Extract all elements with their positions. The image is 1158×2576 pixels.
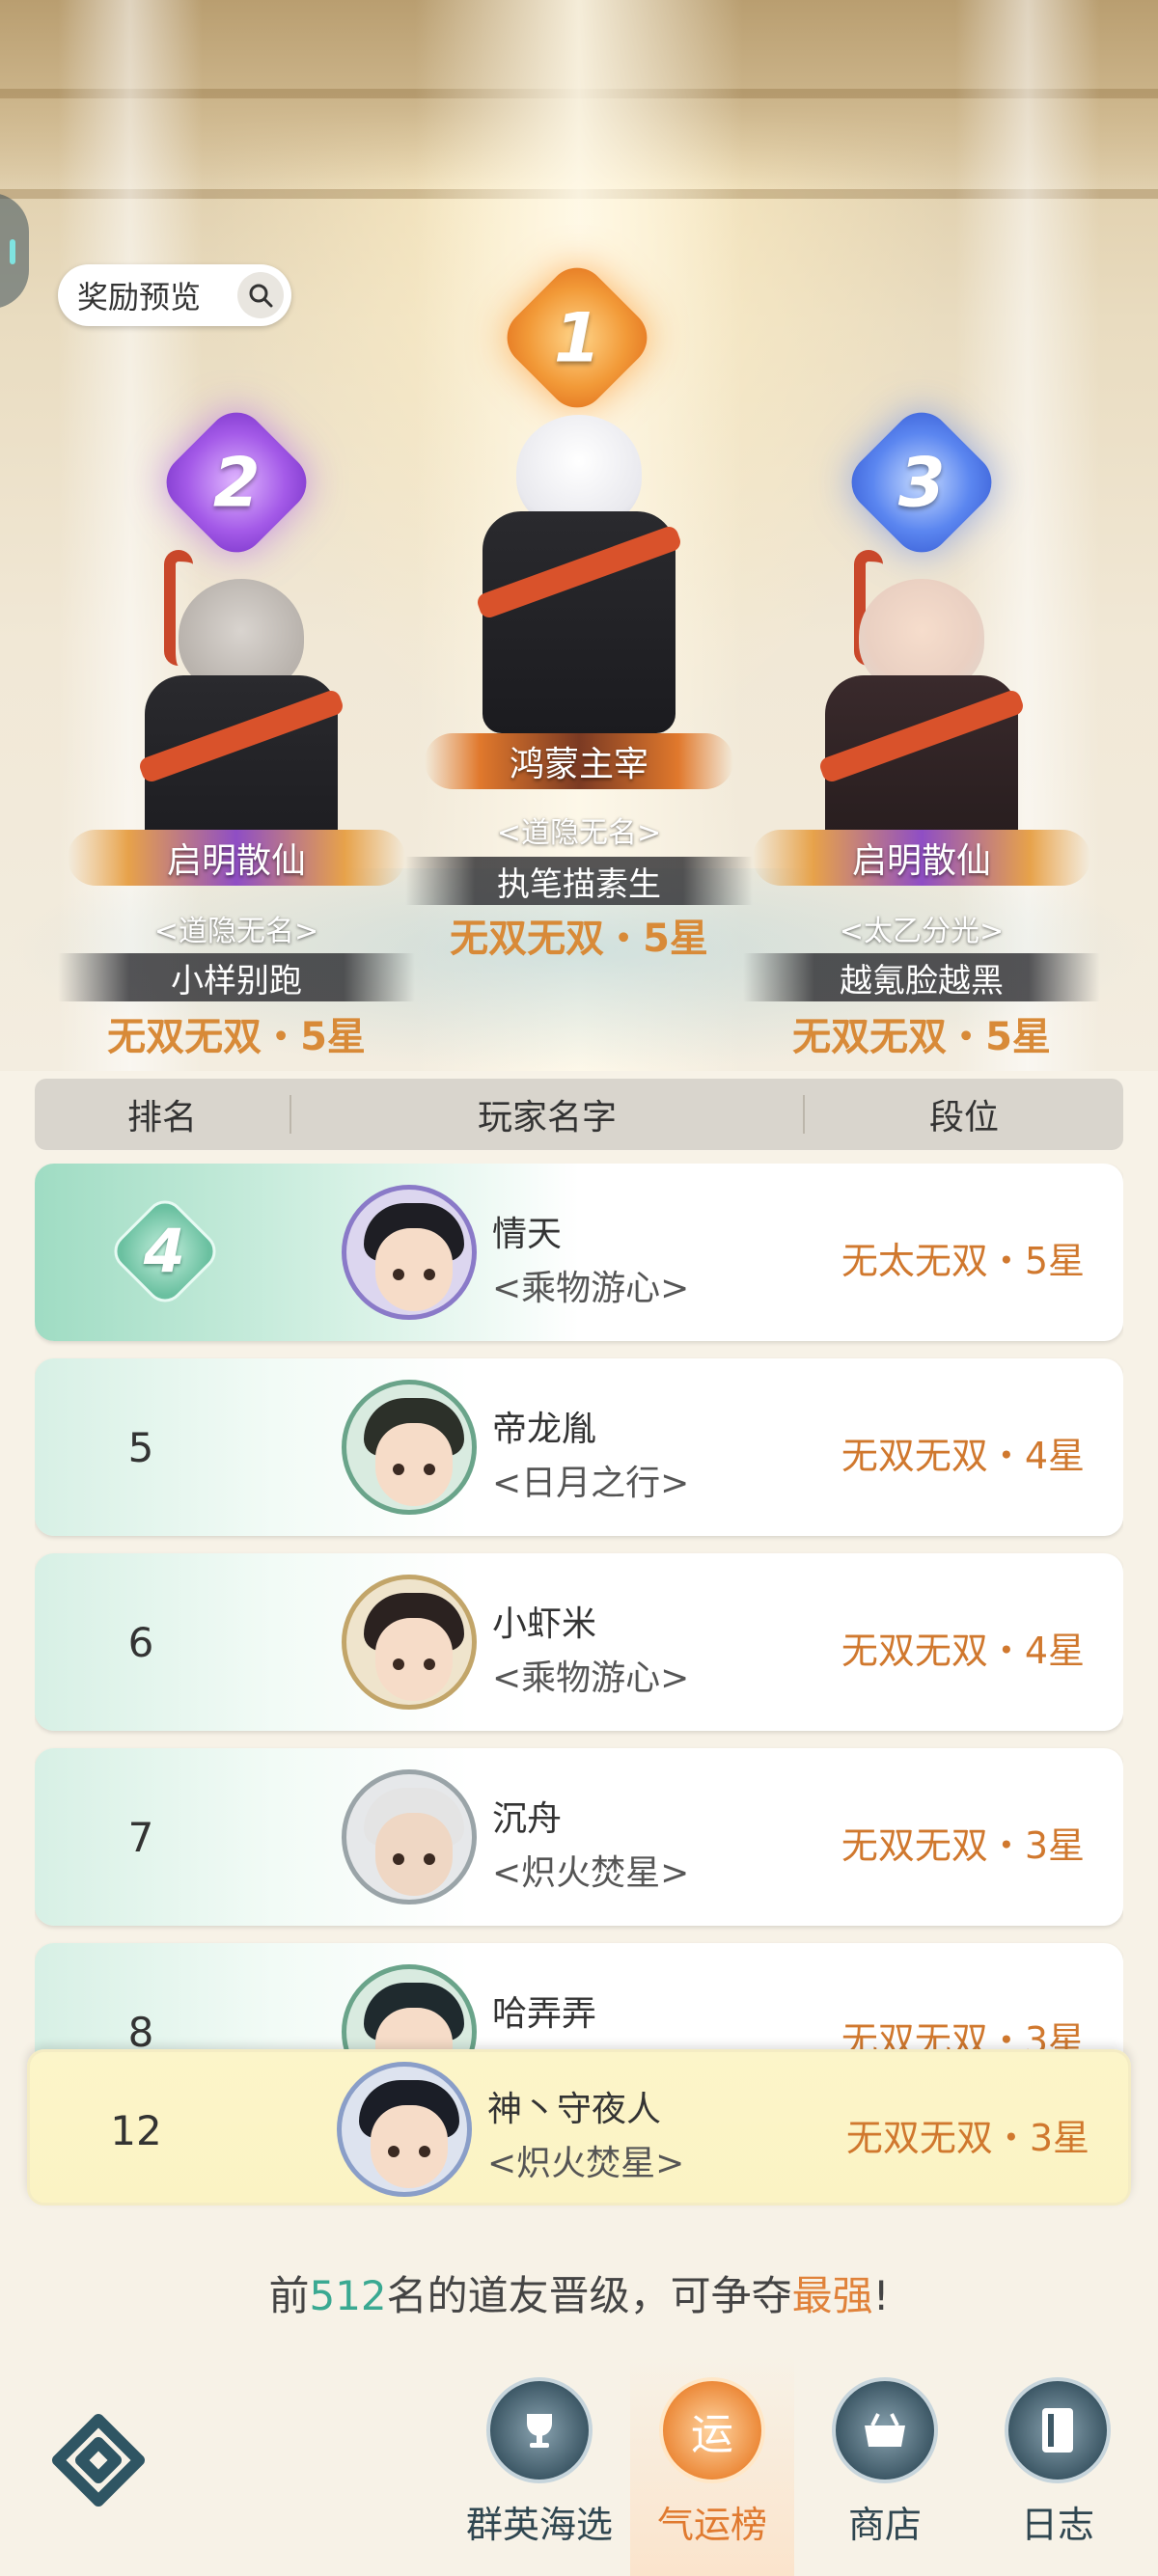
player-tier: 无双无双・4星 xyxy=(841,1630,1085,1672)
nav-label: 气运榜 xyxy=(656,2504,767,2546)
player-name: 小虾米 xyxy=(492,1604,597,1644)
player-name: 帝龙胤 xyxy=(492,1410,597,1449)
reward-preview-label: 奖励预览 xyxy=(77,279,202,315)
avatar[interactable] xyxy=(337,2062,472,2197)
rank-3-tier: 无双无双・5星 xyxy=(792,1015,1051,1059)
table-row[interactable]: 7 沉舟 <炽火焚星> 无双无双・3星 xyxy=(35,1748,1123,1926)
rank-number: 6 xyxy=(127,1618,154,1666)
player-tier: 无双无双・3星 xyxy=(841,1824,1085,1867)
rank-number: 5 xyxy=(127,1423,154,1471)
rank-3-character[interactable] xyxy=(786,550,1057,868)
player-name: 沉舟 xyxy=(492,1799,563,1839)
avatar[interactable] xyxy=(342,1964,477,2061)
player-guild: <炽火焚星> xyxy=(492,1853,690,1893)
rank-1-title: 鸿蒙主宰 xyxy=(425,733,733,789)
rank-1-guild: <道隐无名> xyxy=(496,816,662,850)
ranking-table-header: 排名 玩家名字 段位 xyxy=(35,1079,1123,1150)
nav-item-shop[interactable]: 商店 xyxy=(803,2354,967,2576)
rank-3-title: 启明散仙 xyxy=(753,830,1090,886)
trophy-icon xyxy=(486,2377,593,2483)
nav-label: 商店 xyxy=(847,2504,922,2546)
avatar[interactable] xyxy=(342,1185,477,1320)
table-row[interactable]: 5 帝龙胤 <日月之行> 无双无双・4星 xyxy=(35,1358,1123,1536)
table-row[interactable]: 4 情天 <乘物游心> 无太无双・5星 xyxy=(35,1164,1123,1341)
bottom-navigation: 群英海选 运 气运榜 商店 日志 xyxy=(0,2354,1158,2576)
nav-label: 群英海选 xyxy=(465,2504,613,2546)
header-player-name: 玩家名字 xyxy=(477,1098,617,1137)
promo-middle: 名的道友晋级，可争夺 xyxy=(386,2272,792,2319)
rank-3-player-name[interactable]: 越氪脸越黑 xyxy=(743,953,1100,1001)
my-player-guild: <炽火焚星> xyxy=(487,2144,685,2183)
player-guild: <乘物游心> xyxy=(492,1269,690,1308)
player-tier: 无太无双・5星 xyxy=(841,1240,1085,1282)
my-rank-row[interactable]: 12 神丶守夜人 <炽火焚星> 无双无双・3星 xyxy=(27,2049,1131,2206)
my-player-name: 神丶守夜人 xyxy=(487,2090,662,2129)
header-rank: 排名 xyxy=(126,1098,197,1137)
nav-item-qunying[interactable]: 群英海选 xyxy=(457,2354,621,2576)
avatar[interactable] xyxy=(342,1380,477,1515)
ranking-list[interactable]: 4 情天 <乘物游心> 无太无双・5星 5 帝龙胤 <日月之行> 无双无双・4星… xyxy=(35,1164,1123,2061)
my-rank-number: 12 xyxy=(110,2106,162,2154)
table-row[interactable]: 8 哈弄弄 无双无双・3星 xyxy=(35,1943,1123,2061)
promo-highlight: 最强 xyxy=(791,2272,873,2319)
promotion-notice: 前512名的道友晋级，可争夺最强! xyxy=(0,2263,1158,2322)
nav-item-log[interactable]: 日志 xyxy=(976,2354,1140,2576)
player-name: 哈弄弄 xyxy=(492,1994,597,2034)
player-guild: <日月之行> xyxy=(492,1464,690,1503)
my-player-tier: 无双无双・3星 xyxy=(845,2117,1089,2159)
home-diamond-icon[interactable] xyxy=(50,2412,147,2508)
promo-suffix: ! xyxy=(872,2272,890,2319)
rank-1-tier: 无双无双・5星 xyxy=(450,917,708,961)
player-guild: <乘物游心> xyxy=(492,1658,690,1698)
rank-2-guild: <道隐无名> xyxy=(153,915,319,948)
avatar[interactable] xyxy=(342,1769,477,1905)
promo-count: 512 xyxy=(309,2272,387,2319)
rank-2-title: 启明散仙 xyxy=(68,830,405,886)
rank-1-player-name[interactable]: 执笔描素生 xyxy=(405,857,753,905)
rank-1-character[interactable] xyxy=(434,415,724,743)
promo-prefix: 前 xyxy=(268,2272,310,2319)
rank-2-player-name[interactable]: 小样别跑 xyxy=(58,953,415,1001)
rank-number: 8 xyxy=(127,2008,154,2056)
rank-3-guild: <太乙分光> xyxy=(839,915,1005,948)
avatar[interactable] xyxy=(342,1575,477,1710)
player-name: 情天 xyxy=(492,1215,563,1254)
podium-scene: 奖励预览 1 鸿蒙主宰 <道隐无名> 执笔描素生 无双无双・5星 2 启明散仙 … xyxy=(0,0,1158,1071)
rank-2-tier: 无双无双・5星 xyxy=(107,1015,366,1059)
table-row[interactable]: 6 小虾米 <乘物游心> 无双无双・4星 xyxy=(35,1553,1123,1731)
nav-item-qiyunbang[interactable]: 运 气运榜 xyxy=(630,2354,794,2576)
header-tier: 段位 xyxy=(928,1098,999,1137)
nav-label: 日志 xyxy=(1020,2504,1094,2546)
rank-4-badge: 4 xyxy=(106,1192,224,1310)
rank-2-character[interactable] xyxy=(106,550,376,868)
shop-icon xyxy=(832,2377,938,2483)
fortune-scroll-icon: 运 xyxy=(659,2377,765,2483)
book-icon xyxy=(1005,2377,1111,2483)
search-icon xyxy=(237,272,284,318)
reward-preview-button[interactable]: 奖励预览 xyxy=(58,264,291,326)
player-tier: 无双无双・4星 xyxy=(841,1435,1085,1477)
rank-number: 7 xyxy=(127,1813,154,1861)
side-drawer-handle[interactable] xyxy=(0,193,29,309)
